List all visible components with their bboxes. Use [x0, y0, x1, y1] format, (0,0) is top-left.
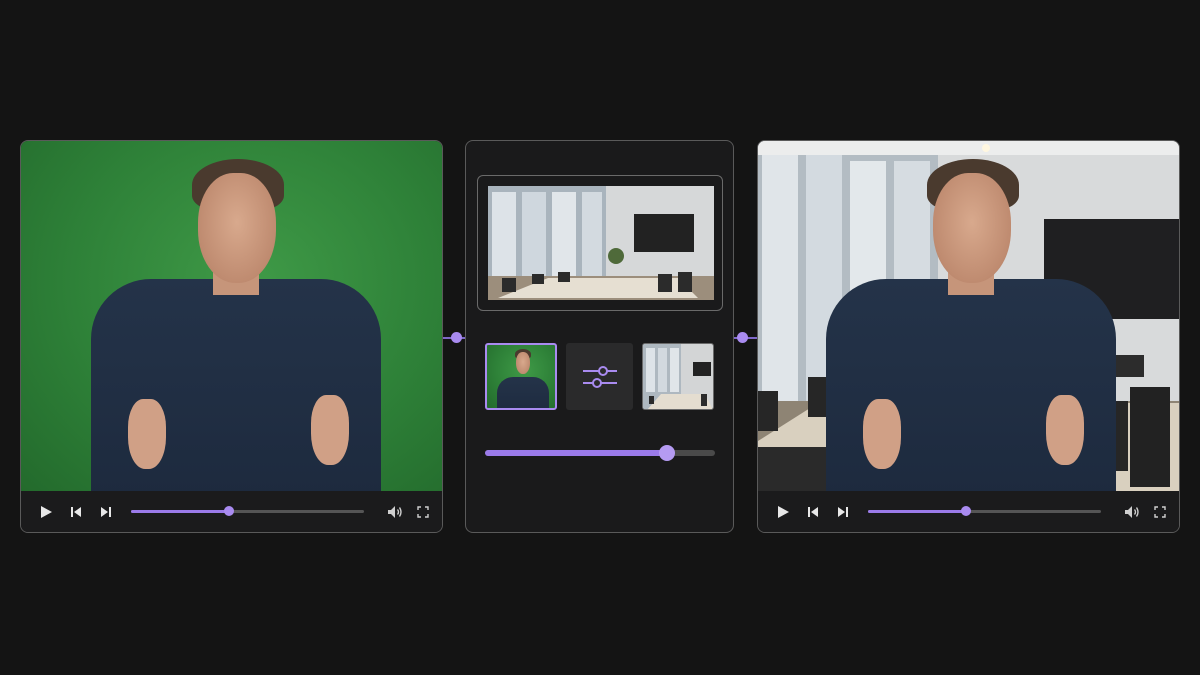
presenter-thumbnail — [497, 349, 549, 408]
skip-back-icon[interactable] — [802, 501, 824, 523]
fullscreen-icon[interactable] — [1149, 501, 1171, 523]
progress-bar[interactable] — [868, 506, 1101, 516]
progress-knob[interactable] — [223, 506, 234, 516]
connector-node-right — [737, 332, 748, 343]
adjustments-icon — [582, 365, 617, 388]
play-icon[interactable] — [772, 501, 794, 523]
skip-forward-icon[interactable] — [95, 501, 117, 523]
progress-bar[interactable] — [131, 506, 364, 516]
green-screen-video[interactable] — [21, 141, 442, 493]
background-preview[interactable] — [477, 175, 723, 311]
adjustments-button[interactable] — [566, 343, 633, 410]
fullscreen-icon[interactable] — [412, 501, 434, 523]
office-background-image — [488, 186, 714, 300]
skip-back-icon[interactable] — [65, 501, 87, 523]
player-controls — [21, 491, 442, 532]
source-video-player — [20, 140, 443, 533]
volume-icon[interactable] — [1121, 501, 1143, 523]
thumbnail-green-screen[interactable] — [485, 343, 557, 410]
composited-video[interactable] — [758, 141, 1179, 493]
volume-icon[interactable] — [384, 501, 406, 523]
player-controls — [758, 491, 1179, 532]
compositing-panel — [465, 140, 734, 533]
presenter-figure — [826, 159, 1116, 493]
composited-video-player — [757, 140, 1180, 533]
blend-slider-knob[interactable] — [658, 445, 675, 461]
progress-knob[interactable] — [960, 506, 971, 516]
connector-node-left — [451, 332, 462, 343]
play-icon[interactable] — [35, 501, 57, 523]
presenter-figure — [91, 159, 381, 493]
blend-slider[interactable] — [485, 445, 715, 461]
skip-forward-icon[interactable] — [832, 501, 854, 523]
thumbnail-office-background[interactable] — [642, 343, 714, 410]
